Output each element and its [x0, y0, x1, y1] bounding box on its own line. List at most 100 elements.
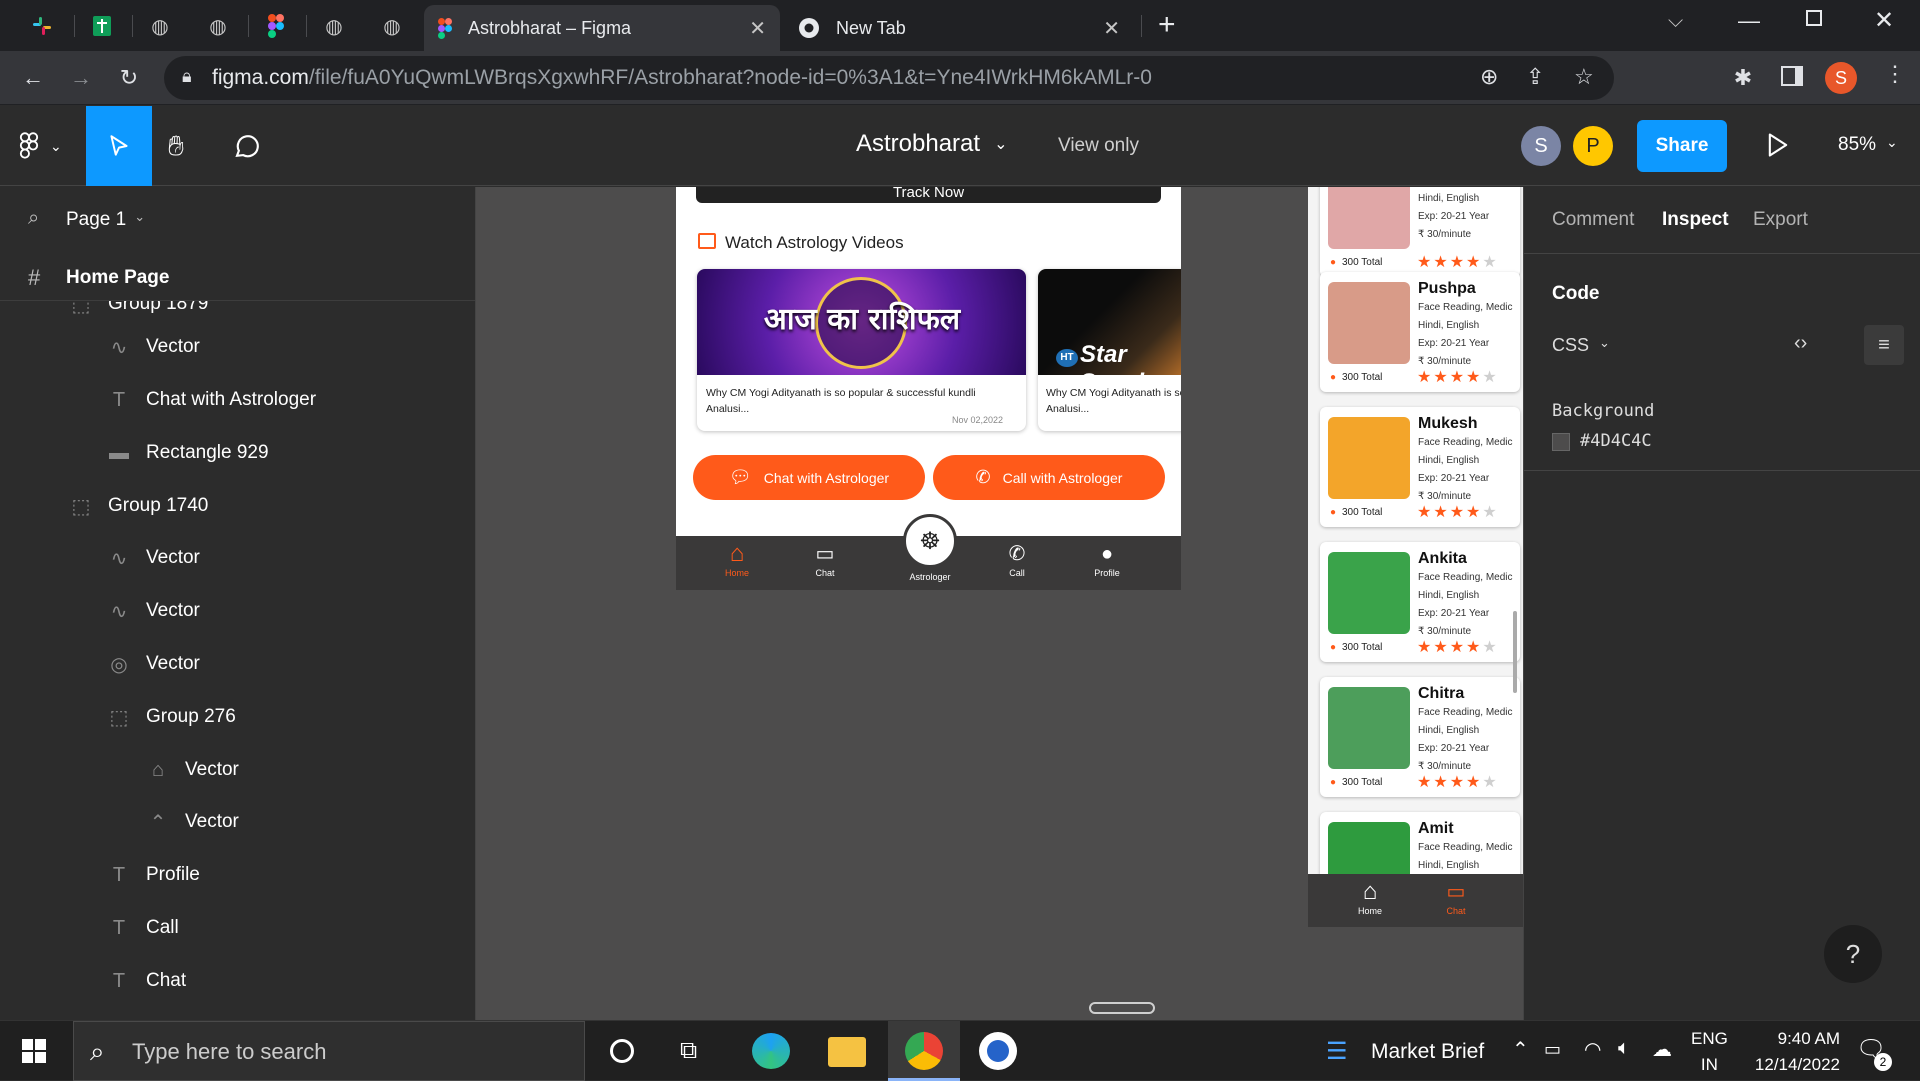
file-name-menu[interactable]: Astrobharat ⌄ — [856, 130, 1007, 158]
chevron-up-icon[interactable]: ⌃ — [1512, 1037, 1529, 1062]
astrologer-card[interactable]: Mukesh Face Reading, Medic Hindi, Englis… — [1320, 407, 1520, 527]
clock[interactable]: 9:40 AM 12/14/2022 — [1740, 1029, 1840, 1075]
layer-row[interactable]: ∿ Vector — [106, 325, 200, 369]
battery-icon[interactable]: ▭ — [1544, 1039, 1561, 1060]
file-explorer-icon[interactable] — [828, 1037, 866, 1067]
tab-comment[interactable]: Comment — [1552, 209, 1634, 231]
language-indicator[interactable]: ENG IN — [1691, 1029, 1728, 1075]
nav-item-call[interactable]: ✆ Call — [992, 540, 1042, 578]
nav-item-chat[interactable]: ▭ Chat — [1434, 878, 1478, 916]
restore-icon[interactable] — [1806, 10, 1822, 26]
wifi-icon[interactable]: ◠ — [1584, 1037, 1601, 1062]
windows-start-icon[interactable] — [22, 1039, 46, 1063]
zoom-menu[interactable]: 85% ⌄ — [1838, 134, 1898, 156]
astrologer-card[interactable]: Chitra Face Reading, Medic Hindi, Englis… — [1320, 677, 1520, 797]
profile-avatar[interactable]: S — [1825, 62, 1857, 94]
help-button[interactable]: ? — [1824, 925, 1882, 983]
astrologer-list-frame[interactable]: Hindi, English Exp: 20-21 Year ₹ 30/minu… — [1308, 187, 1523, 927]
chrome-taskbar-button[interactable] — [888, 1021, 960, 1081]
layer-row[interactable]: ⬚ Group 1740 — [68, 484, 209, 528]
page-selector[interactable]: Page 1 ⌄ — [66, 209, 145, 231]
taskbar-search-box[interactable]: ⌕ Type here to search — [73, 1021, 585, 1081]
tab-inspect[interactable]: Inspect — [1662, 209, 1729, 231]
extensions-puzzle-icon[interactable]: ✱ — [1730, 65, 1756, 91]
code-brackets-icon[interactable]: ‹› — [1794, 332, 1807, 355]
back-arrow-icon[interactable]: ← — [20, 65, 46, 91]
nav-item-chat[interactable]: ▭ Chat — [800, 540, 850, 578]
background-value[interactable]: #4D4C4C — [1580, 431, 1652, 451]
layer-row[interactable]: T Chat — [106, 959, 186, 1003]
astrologer-card[interactable]: Ankita Face Reading, Medic Hindi, Englis… — [1320, 542, 1520, 662]
share-page-icon[interactable]: ⇪ — [1526, 64, 1544, 90]
list-view-icon[interactable]: ≡ — [1864, 325, 1904, 365]
web-tab[interactable]: ◍ — [308, 8, 360, 44]
web-tab[interactable]: ◍ — [192, 8, 244, 44]
edge-icon[interactable] — [752, 1033, 790, 1069]
nav-item-profile[interactable]: ● Profile — [1082, 540, 1132, 578]
tab-astrobharat-figma[interactable]: Astrobharat – Figma ✕ — [424, 5, 780, 51]
tab-export[interactable]: Export — [1753, 209, 1808, 231]
layer-row[interactable]: ◎ Vector — [106, 642, 200, 686]
layer-row[interactable]: ∿ Vector — [106, 589, 200, 633]
reload-icon[interactable]: ↻ — [116, 65, 142, 91]
comment-tool-button[interactable] — [232, 132, 262, 167]
news-label[interactable]: Market Brief — [1371, 1040, 1484, 1064]
tab-new-tab[interactable]: New Tab ✕ — [784, 5, 1134, 51]
scrollbar-thumb[interactable] — [1513, 611, 1517, 693]
close-tab-icon[interactable]: ✕ — [1103, 16, 1120, 41]
figma-small-tab[interactable] — [250, 8, 302, 44]
close-tab-icon[interactable]: ✕ — [749, 16, 766, 41]
menu-kebab-icon[interactable]: ⋮ — [1884, 61, 1906, 87]
layer-row[interactable]: ⌃ Vector — [145, 800, 239, 844]
side-panel-icon[interactable] — [1781, 66, 1803, 86]
video-card[interactable]: HT Star Speak Why CM Yogi Adityanath is … — [1038, 269, 1181, 431]
cortana-icon[interactable] — [610, 1039, 634, 1063]
main-menu-button[interactable]: ⌄ — [18, 132, 62, 160]
nav-item-home[interactable]: ⌂ Home — [1348, 878, 1392, 916]
volume-icon[interactable]: 🔈︎ — [1618, 1037, 1630, 1060]
track-now-button[interactable]: Track Now — [696, 187, 1161, 203]
slack-tab[interactable] — [16, 8, 68, 44]
share-button[interactable]: Share — [1637, 120, 1727, 172]
web-tab[interactable]: ◍ — [134, 8, 186, 44]
present-button[interactable] — [1766, 131, 1790, 164]
layer-row[interactable]: ⬚ Group 276 — [106, 695, 236, 739]
move-tool-button[interactable] — [86, 106, 152, 186]
forward-arrow-icon[interactable]: → — [68, 65, 94, 91]
web-tab[interactable]: ◍ — [366, 8, 418, 44]
close-window-icon[interactable]: ✕ — [1874, 6, 1894, 35]
video-card[interactable]: आज का राशिफल Why CM Yogi Adityanath is s… — [697, 269, 1026, 431]
zoom-icon[interactable]: ⊕ — [1480, 64, 1498, 90]
layer-row[interactable]: ⬚ Group 1879 — [68, 301, 209, 326]
horizontal-scrollbar[interactable] — [1089, 1002, 1155, 1014]
layer-row[interactable]: T Call — [106, 906, 179, 950]
task-view-icon[interactable]: ⧉ — [680, 1037, 697, 1065]
layer-row[interactable]: T Profile — [106, 853, 200, 897]
collaborator-avatar[interactable]: S — [1521, 126, 1561, 166]
astrologer-card[interactable]: Pushpa Face Reading, Medic Hindi, Englis… — [1320, 272, 1520, 392]
astrologer-center-button[interactable]: ☸ — [903, 514, 957, 568]
layer-row[interactable]: ∿ Vector — [106, 536, 200, 580]
frame-name[interactable]: Home Page — [66, 267, 169, 289]
collaborator-avatar[interactable]: P — [1573, 126, 1613, 166]
tab-search-chevron-icon[interactable]: ⌵ — [1668, 10, 1683, 33]
layer-row[interactable]: ⌂ Vector — [145, 748, 239, 792]
news-icon[interactable]: ☰ — [1326, 1037, 1348, 1066]
chat-with-astrologer-button[interactable]: 💬︎ Chat with Astrologer — [693, 455, 925, 500]
design-canvas[interactable]: Track Now Watch Astrology Videos आज का र… — [476, 187, 1523, 1020]
layer-row[interactable]: T Chat with Astrologer — [106, 378, 316, 422]
minimize-icon[interactable]: — — [1738, 8, 1760, 34]
home-screen-frame[interactable]: Track Now Watch Astrology Videos आज का र… — [676, 187, 1181, 590]
sheets-tab[interactable] — [76, 8, 128, 44]
nav-item-home[interactable]: ⌂ Home — [712, 540, 762, 578]
onedrive-cloud-icon[interactable]: ☁ — [1652, 1037, 1672, 1062]
astrologer-card[interactable]: Hindi, English Exp: 20-21 Year ₹ 30/minu… — [1320, 187, 1520, 277]
new-tab-button[interactable]: + — [1158, 8, 1176, 42]
address-bar[interactable]: 🔒︎ figma.com/file/fuA0YuQwmLWBrqsXgxwhRF… — [164, 56, 1614, 100]
layer-row[interactable]: ▬ Rectangle 929 — [106, 431, 269, 475]
code-language-select[interactable]: CSS ⌄ — [1552, 335, 1610, 356]
call-with-astrologer-button[interactable]: ✆ Call with Astrologer — [933, 455, 1165, 500]
app-taskbar-icon[interactable] — [979, 1032, 1017, 1070]
hand-tool-icon[interactable]: ✋︎ — [168, 130, 184, 163]
search-icon[interactable]: ⌕ — [28, 207, 39, 230]
